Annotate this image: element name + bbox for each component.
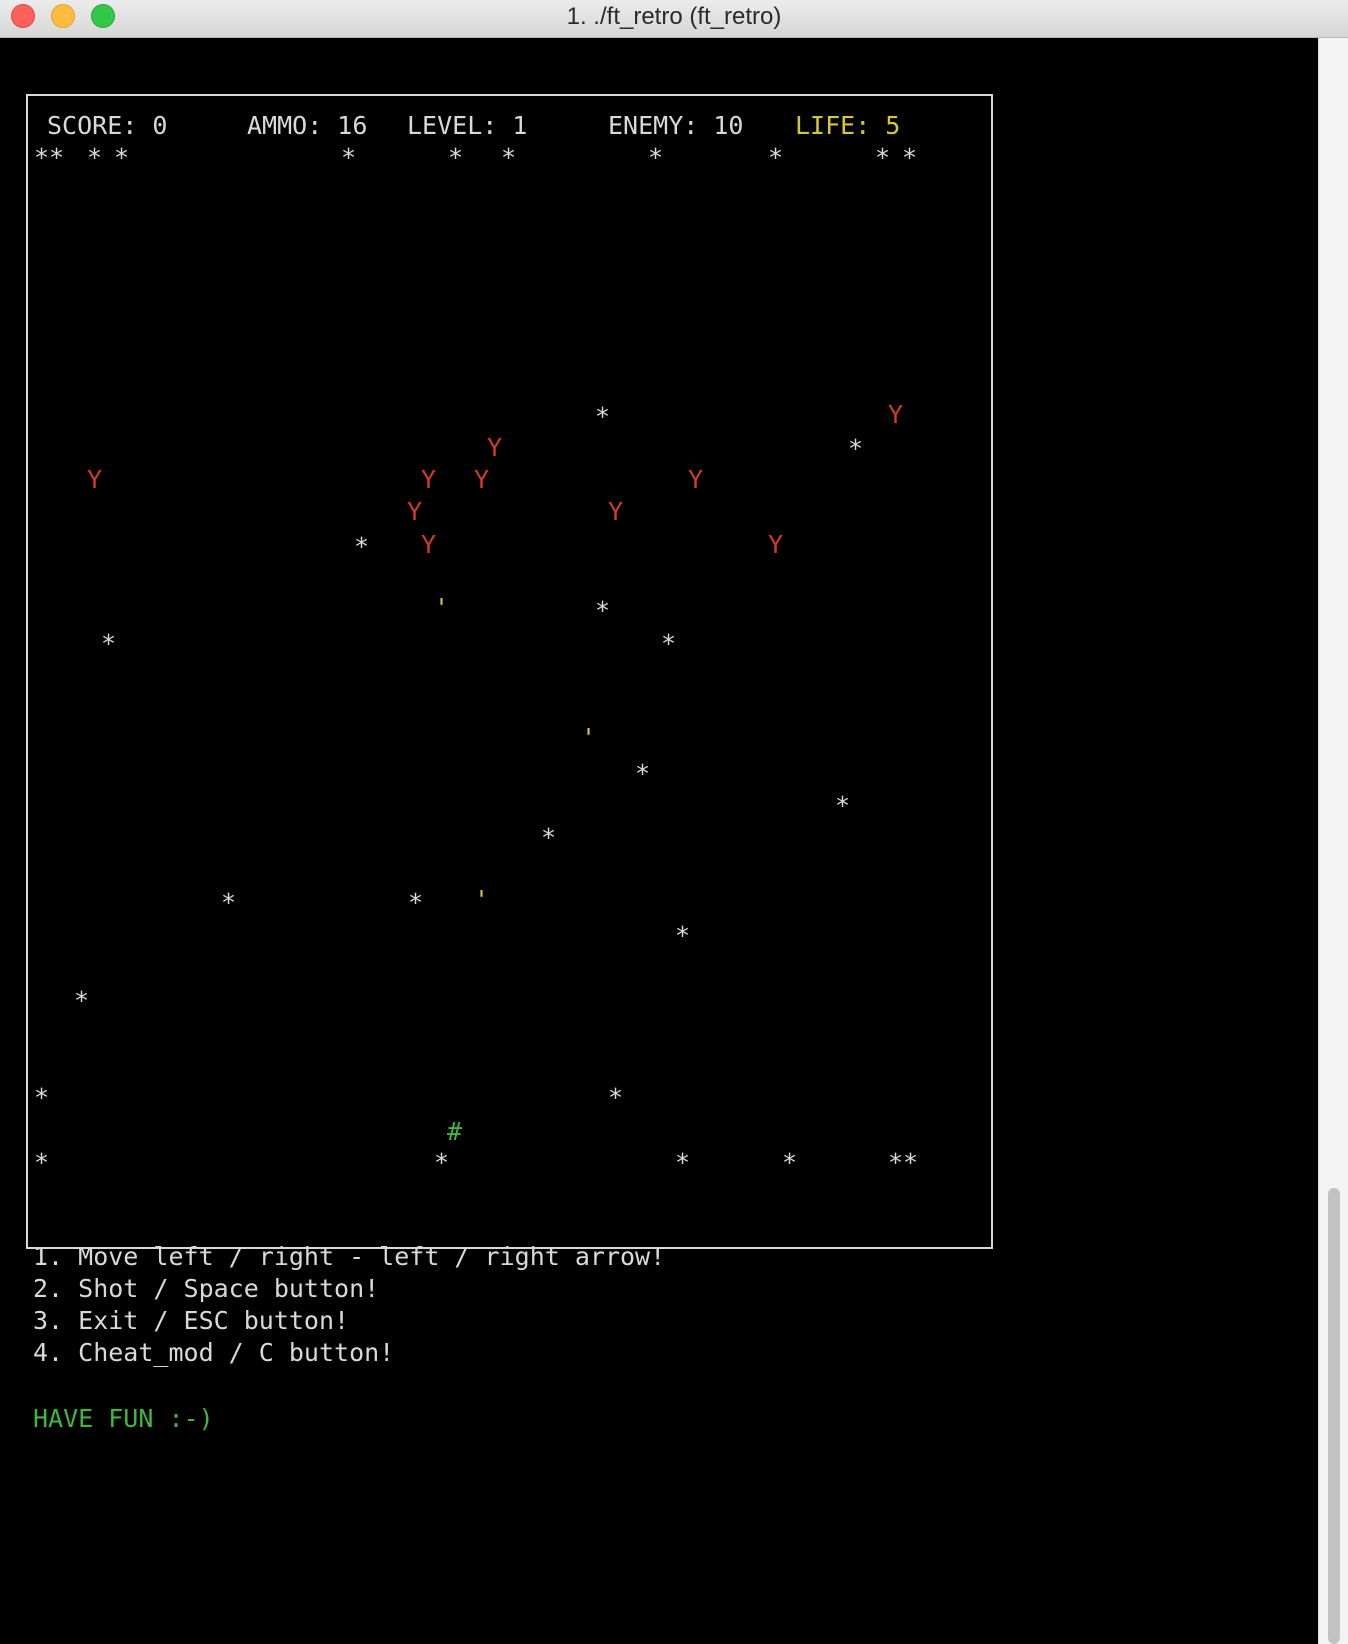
star: *	[221, 888, 237, 917]
title-bar[interactable]: 1. ./ft_retro (ft_retro)	[0, 0, 1348, 38]
hud-ammo: AMMO: 16	[247, 111, 368, 140]
bullet: '	[581, 723, 597, 752]
instruction-shot: 2. Shot / Space button!	[33, 1274, 380, 1303]
hud-life: LIFE: 5	[795, 111, 901, 140]
terminal-content[interactable]: SCORE: 0 AMMO: 16 LEVEL: 1 ENEMY: 10 LIF…	[0, 38, 1318, 1644]
enemy-ship: Y	[421, 530, 437, 559]
star: *	[408, 888, 424, 917]
game-border	[26, 94, 993, 1249]
have-fun-message: HAVE FUN :-)	[33, 1404, 214, 1433]
star: **	[34, 143, 65, 172]
enemy-ship: Y	[421, 465, 437, 494]
star: *	[74, 986, 90, 1015]
scrollbar[interactable]	[1318, 38, 1348, 1644]
star: *	[354, 532, 370, 561]
enemy-ship: Y	[768, 530, 784, 559]
enemy-ship: Y	[888, 400, 904, 429]
star: *	[902, 143, 918, 172]
star: *	[875, 143, 891, 172]
enemy-ship: Y	[608, 497, 624, 526]
star: *	[848, 434, 864, 463]
bullet: '	[474, 885, 490, 914]
enemy-ship: Y	[407, 497, 423, 526]
star: *	[675, 1148, 691, 1177]
star: *	[595, 596, 611, 625]
instruction-cheat: 4. Cheat_mod / C button!	[33, 1338, 395, 1367]
star: *	[448, 143, 464, 172]
star: *	[341, 143, 357, 172]
hud-level: LEVEL: 1	[407, 111, 528, 140]
hud-score: SCORE: 0	[47, 111, 168, 140]
star: *	[648, 143, 664, 172]
star: *	[541, 823, 557, 852]
star: *	[635, 759, 651, 788]
window-title: 1. ./ft_retro (ft_retro)	[566, 3, 782, 30]
enemy-ship: Y	[688, 465, 704, 494]
bullet: '	[434, 593, 450, 622]
enemy-ship: Y	[87, 465, 103, 494]
star: *	[661, 629, 677, 658]
star: *	[608, 1083, 624, 1112]
star: **	[888, 1148, 919, 1177]
star: *	[595, 402, 611, 431]
instruction-move: 1. Move left / right - left / right arro…	[33, 1242, 666, 1271]
terminal-window: 1. ./ft_retro (ft_retro) SCORE: 0 AMMO: …	[0, 0, 1348, 1644]
star: *	[114, 143, 130, 172]
star: *	[87, 143, 103, 172]
enemy-ship: Y	[474, 465, 490, 494]
hud-enemy: ENEMY: 10	[608, 111, 744, 140]
instruction-exit: 3. Exit / ESC button!	[33, 1306, 350, 1335]
star: *	[34, 1083, 50, 1112]
star: *	[501, 143, 517, 172]
star: *	[675, 921, 691, 950]
star: *	[101, 629, 117, 658]
star: *	[34, 1148, 50, 1177]
player-ship: #	[447, 1117, 463, 1146]
star: *	[434, 1148, 450, 1177]
star: *	[782, 1148, 798, 1177]
star: *	[768, 143, 784, 172]
scrollbar-thumb[interactable]	[1328, 1188, 1340, 1644]
enemy-ship: Y	[487, 433, 503, 462]
star: *	[835, 791, 851, 820]
